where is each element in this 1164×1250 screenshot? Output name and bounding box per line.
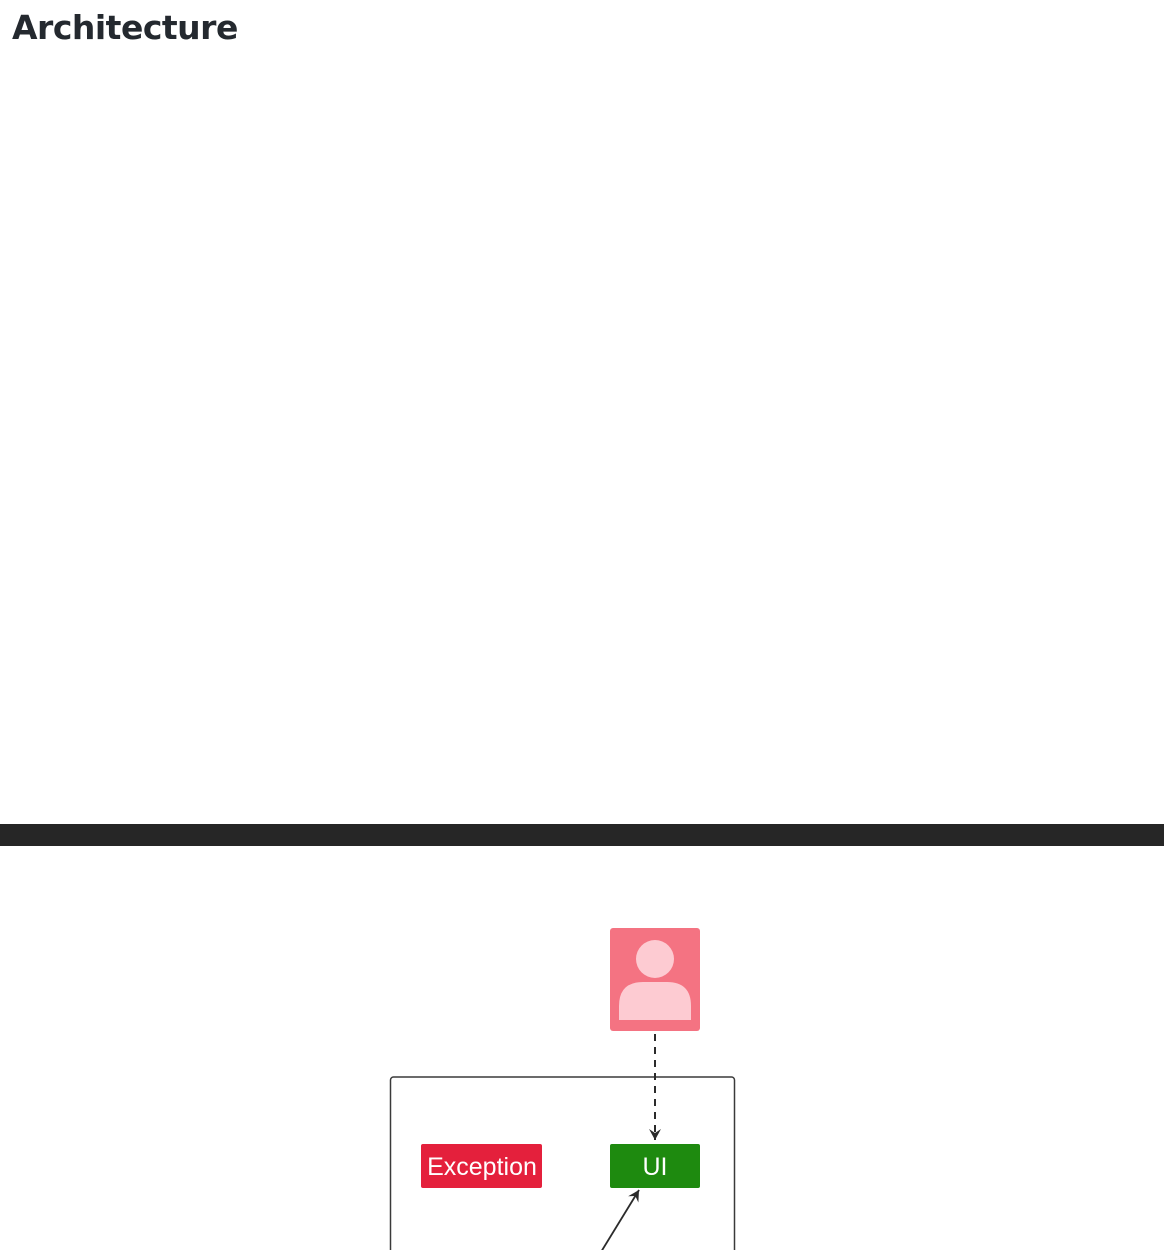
ui-component[interactable]: UI xyxy=(610,1144,700,1188)
exception-label: Exception xyxy=(427,1153,537,1181)
user-actor[interactable] xyxy=(610,928,700,1031)
page: Architecture Exception UI xyxy=(0,0,1164,1250)
ui-label: UI xyxy=(643,1153,668,1181)
edge-into-ui xyxy=(601,1189,640,1250)
section-divider xyxy=(0,824,1164,846)
exception-component[interactable]: Exception xyxy=(421,1144,542,1188)
page-title: Architecture xyxy=(12,8,238,47)
architecture-diagram: Exception UI xyxy=(389,928,736,1250)
